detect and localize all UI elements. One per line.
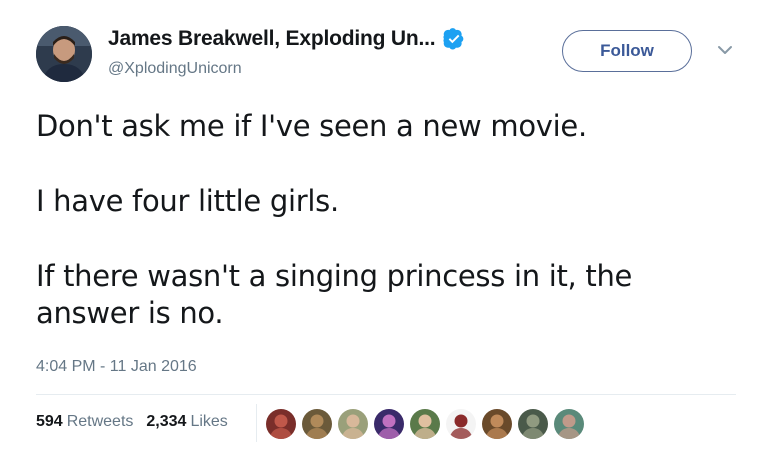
likes-count: 2,334 bbox=[146, 413, 187, 430]
retweets-count: 594 bbox=[36, 413, 63, 430]
liker-avatar[interactable] bbox=[518, 409, 548, 439]
author-handle[interactable]: @XplodingUnicorn bbox=[108, 60, 242, 78]
liker-avatar[interactable] bbox=[446, 409, 476, 439]
tweet-paragraph: I have four little girls. bbox=[36, 184, 339, 218]
liker-avatar[interactable] bbox=[374, 409, 404, 439]
author-avatar[interactable] bbox=[36, 26, 92, 82]
author-name-row: James Breakwell, Exploding Un... bbox=[108, 27, 465, 51]
stats-separator bbox=[256, 404, 257, 442]
tweet-timestamp[interactable]: 4:04 PM - 11 Jan 2016 bbox=[36, 358, 197, 376]
stats-divider bbox=[36, 394, 736, 395]
likes-stat[interactable]: 2,334 Likes bbox=[146, 413, 227, 431]
liker-avatar[interactable] bbox=[266, 409, 296, 439]
tweet-paragraph: Don't ask me if I've seen a new movie. bbox=[36, 109, 587, 143]
follow-button[interactable]: Follow bbox=[562, 30, 692, 72]
tweet-stats: 594 Retweets 2,334 Likes bbox=[36, 413, 241, 431]
liker-avatar[interactable] bbox=[302, 409, 332, 439]
author-display-name[interactable]: James Breakwell, Exploding Un... bbox=[108, 27, 436, 51]
tweet-paragraph: If there wasn't a singing princess in it… bbox=[36, 259, 633, 330]
retweets-stat[interactable]: 594 Retweets bbox=[36, 413, 133, 431]
liker-avatar[interactable] bbox=[482, 409, 512, 439]
liker-avatar[interactable] bbox=[410, 409, 440, 439]
liker-avatars bbox=[266, 409, 584, 439]
retweets-label: Retweets bbox=[66, 413, 134, 430]
likes-label: Likes bbox=[190, 413, 228, 430]
liker-avatar[interactable] bbox=[554, 409, 584, 439]
chevron-down-icon[interactable] bbox=[717, 44, 733, 56]
verified-badge-icon bbox=[443, 28, 464, 50]
tweet-text: Don't ask me if I've seen a new movie. I… bbox=[36, 108, 736, 332]
liker-avatar[interactable] bbox=[338, 409, 368, 439]
